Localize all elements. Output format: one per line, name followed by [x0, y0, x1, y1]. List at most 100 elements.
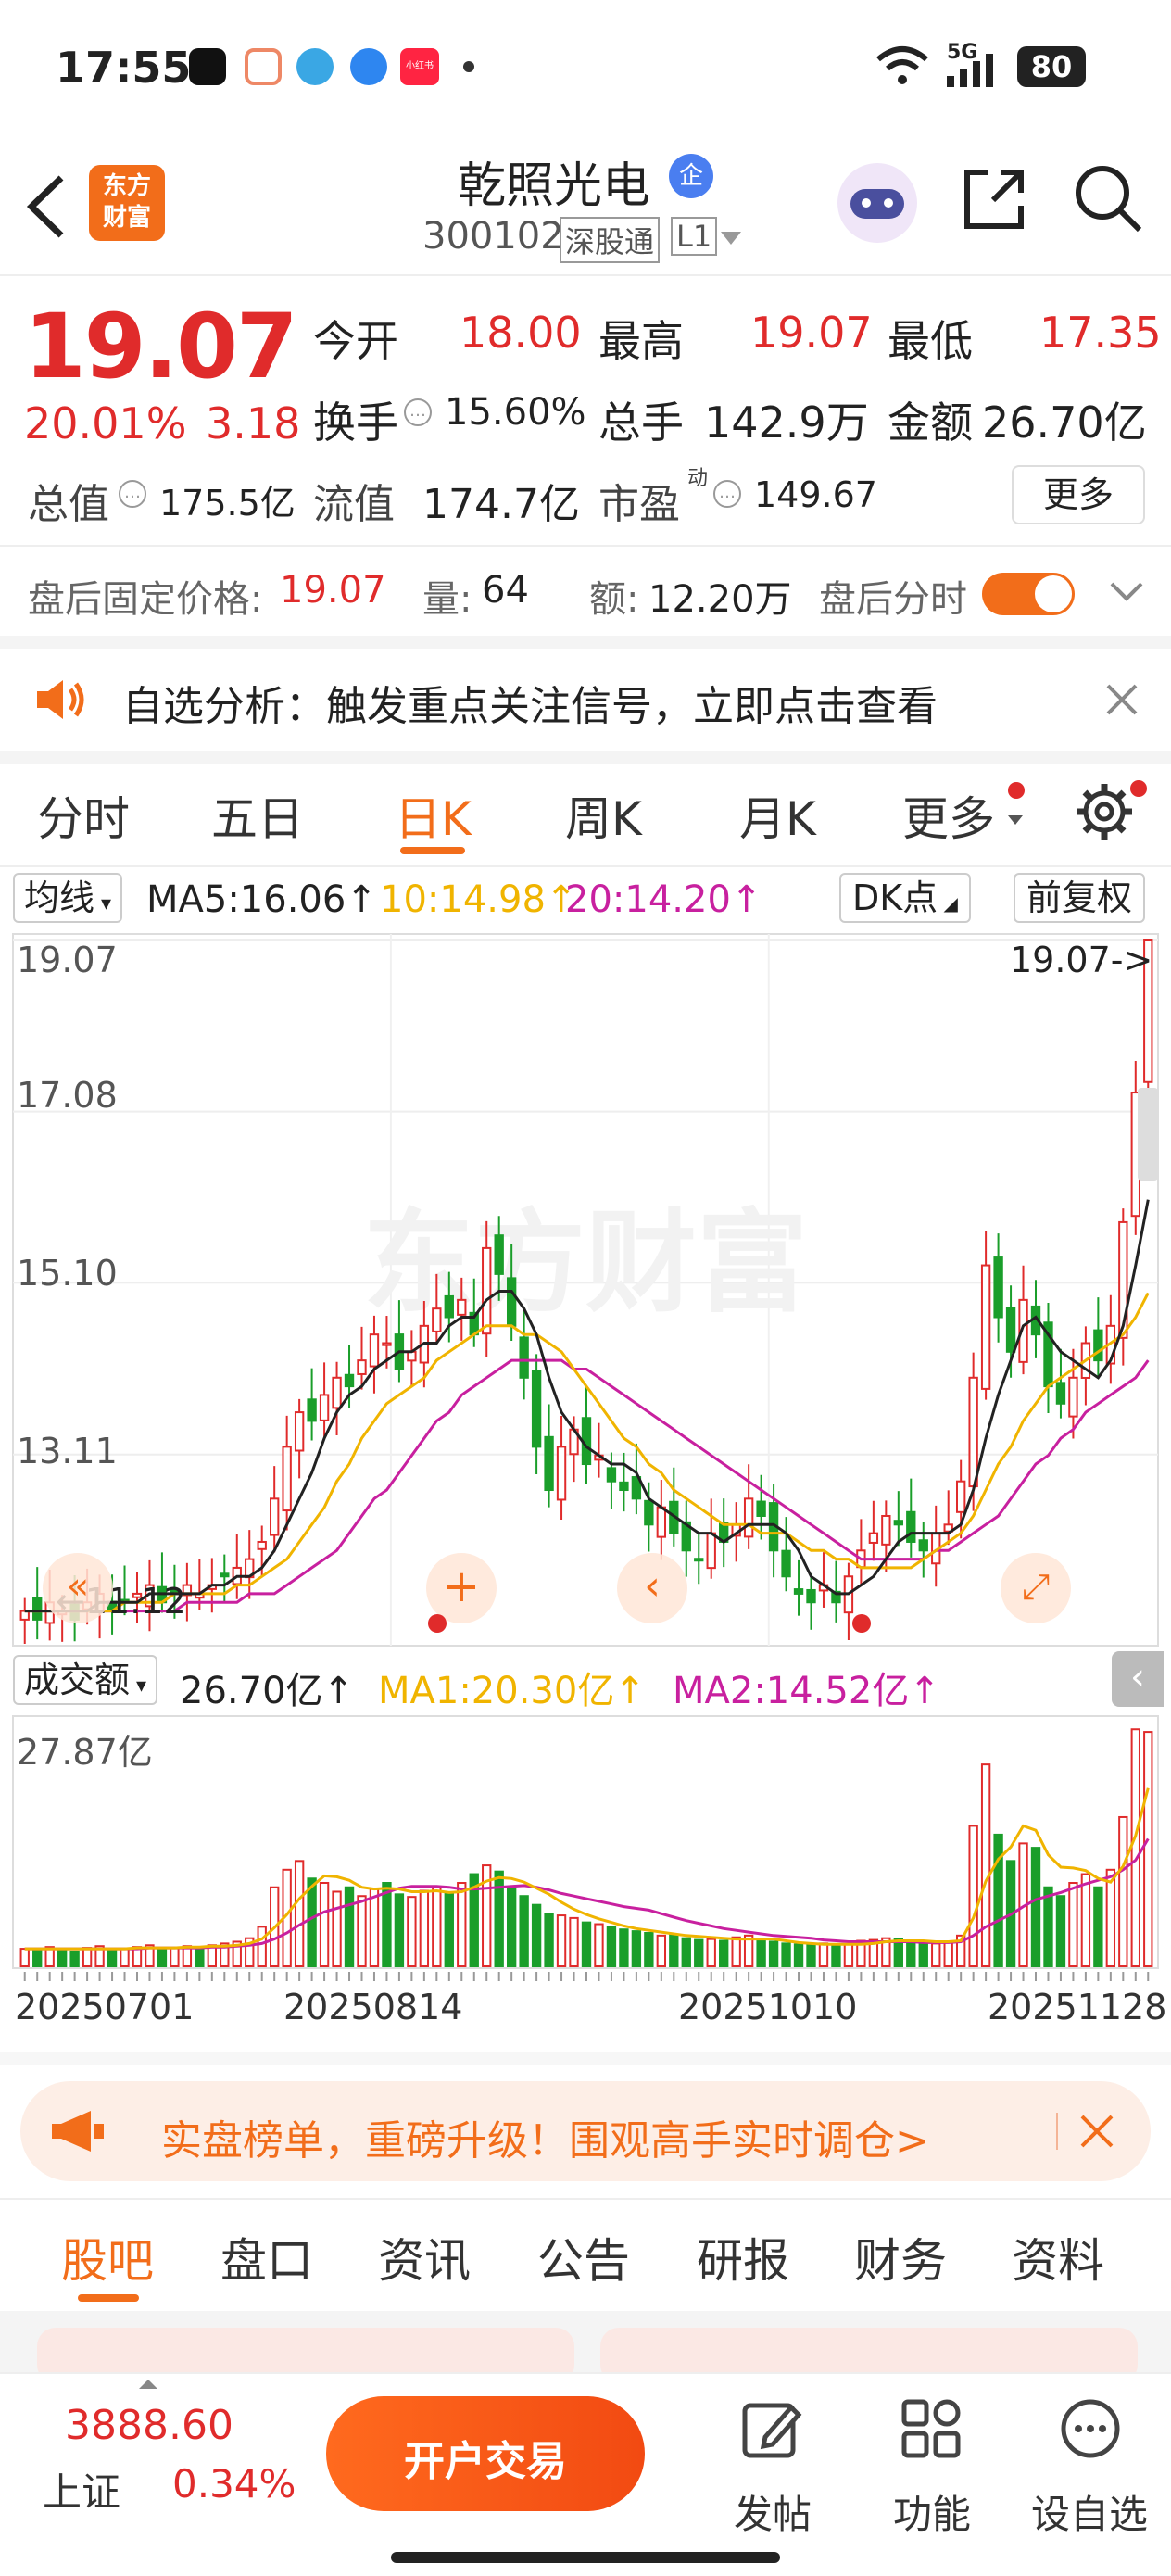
volume-bar [980, 1763, 991, 1968]
volume-bar [556, 1914, 567, 1967]
close-icon[interactable] [1104, 682, 1140, 717]
volume-bar [793, 1943, 804, 1967]
promo-banner[interactable]: 实盘榜单，重磅升级！围观高手实时调仓> [20, 2081, 1151, 2181]
tab-news[interactable]: 资讯 [378, 2224, 471, 2291]
volume-bar [694, 1938, 704, 1968]
info-icon[interactable]: … [119, 480, 146, 508]
turnover-label: 换手 [313, 398, 398, 448]
volume-bar [1055, 1895, 1066, 1967]
volume-bar [1080, 1873, 1091, 1967]
dk-button-label: DK点 [852, 878, 938, 918]
candle-body [644, 1499, 654, 1526]
after-amt-label: 额: [589, 578, 639, 621]
dot-icon [463, 61, 474, 72]
volume-bar [806, 1944, 816, 1968]
volume-bar [32, 1949, 43, 1967]
red-marker-dot [428, 1614, 447, 1633]
pan-left-fast-button[interactable]: « [43, 1553, 113, 1623]
watchlist-label[interactable]: 设自选 [1028, 2483, 1151, 2540]
candle-body [1093, 1329, 1103, 1362]
search-icon[interactable] [1071, 161, 1145, 235]
candle-body [257, 1540, 267, 1550]
tab-finance[interactable]: 财务 [854, 2224, 947, 2291]
notice-text: 自选分析：触发重点关注信号，立即点击查看 [122, 683, 938, 730]
status-bar: 17:55 小红书 5G 80 [0, 0, 1171, 139]
low-label: 最低 [888, 316, 973, 366]
volume-bar [107, 1949, 118, 1967]
expand-icon[interactable]: ⤢ [1001, 1553, 1071, 1623]
candle-body [332, 1376, 342, 1409]
date-ticks [23, 1972, 1150, 1981]
volume-bar [457, 1882, 467, 1967]
tab-weekly-k[interactable]: 周K [565, 782, 642, 849]
index-value[interactable]: 3888.60 [65, 2402, 233, 2449]
volume-bar [931, 1942, 941, 1968]
open-account-trade-button[interactable]: 开户交易 [326, 2396, 645, 2511]
candle-body [506, 1277, 517, 1327]
add-indicator-button[interactable]: + [426, 1553, 497, 1623]
dk-button[interactable]: DK点 ◢ [839, 873, 971, 923]
kline-chart[interactable]: 东方财富 19.07 17.08 15.10 13.11 19.07-> ←11… [0, 930, 1171, 1649]
adjust-button[interactable]: 前复权 [1014, 873, 1146, 923]
post-edit-icon[interactable] [739, 2396, 804, 2461]
gear-icon[interactable] [1075, 782, 1134, 841]
candle-body [369, 1333, 380, 1368]
chevron-down-icon[interactable] [1108, 580, 1145, 604]
volume-value: 142.9万 [704, 398, 869, 448]
after-vol-value: 64 [482, 569, 529, 612]
tab-intraday[interactable]: 分时 [37, 782, 130, 849]
candle-body [743, 1497, 754, 1538]
speaker-icon [37, 680, 84, 719]
more-button[interactable]: 更多 [1012, 465, 1145, 524]
candle-body [619, 1481, 629, 1492]
volume-bar [581, 1921, 592, 1967]
tab-guba[interactable]: 股吧 [61, 2224, 154, 2291]
scroll-handle[interactable] [1138, 1088, 1158, 1181]
back-icon[interactable] [26, 174, 67, 239]
index-name: 上证 [43, 2469, 121, 2515]
signal-notice[interactable]: 自选分析：触发重点关注信号，立即点击查看 [0, 649, 1171, 751]
low-value: 17.35 [1039, 308, 1162, 358]
dropdown-caret-icon[interactable] [719, 230, 743, 246]
candle-body [444, 1294, 454, 1319]
after-toggle-label: 盘后分时 [819, 578, 967, 621]
after-hours-toggle[interactable] [982, 573, 1075, 615]
volume-chart[interactable]: 27.87亿 [0, 1714, 1171, 1972]
volume-value: 26.70亿↑ [180, 1670, 355, 1712]
add-watchlist-icon[interactable] [1058, 2396, 1123, 2461]
tab-profile[interactable]: 资料 [1012, 2224, 1104, 2291]
tab-orderbook[interactable]: 盘口 [220, 2224, 313, 2291]
collapse-panel-button[interactable]: ‹ [1112, 1651, 1164, 1707]
tab-five-day[interactable]: 五日 [211, 782, 304, 849]
pan-left-button[interactable]: ‹ [617, 1553, 687, 1623]
quote-panel: 19.07 20.01% 3.18 今开 18.00 最高 19.07 最低 1… [0, 276, 1171, 545]
mktcap-value: 175.5亿 [159, 483, 296, 524]
share-icon[interactable] [960, 165, 1028, 234]
functions-label[interactable]: 功能 [888, 2483, 976, 2540]
volume-select[interactable]: 成交额 ▾ [13, 1655, 158, 1705]
stock-code: 300102 [422, 215, 564, 258]
tab-more[interactable]: 更多 [902, 782, 995, 849]
tab-announcements[interactable]: 公告 [537, 2224, 630, 2291]
y-axis-label-2: 17.08 [17, 1075, 118, 1116]
volume-bar [444, 1892, 454, 1967]
volume-max-label: 27.87亿 [17, 1732, 153, 1773]
ma-select[interactable]: 均线 ▾ [13, 873, 123, 923]
volume-bar [257, 1926, 267, 1967]
tab-monthly-k[interactable]: 月K [739, 782, 816, 849]
info-icon[interactable]: … [713, 480, 741, 508]
amount-label: 金额 [888, 398, 973, 448]
close-icon[interactable] [1078, 2113, 1115, 2150]
mktcap-label: 总值 [28, 481, 109, 528]
change-percent: 20.01% [24, 398, 187, 448]
info-icon[interactable]: … [404, 398, 432, 426]
wifi-icon [876, 46, 928, 84]
post-label[interactable]: 发帖 [728, 2483, 817, 2540]
robot-avatar-icon[interactable] [837, 163, 917, 243]
tab-research[interactable]: 研报 [697, 2224, 789, 2291]
kline-svg: 东方财富 [12, 933, 1159, 1647]
tab-daily-k[interactable]: 日K [395, 782, 472, 849]
volume-bar [170, 1947, 180, 1967]
volume-bar [993, 1833, 1003, 1967]
functions-grid-icon[interactable] [899, 2396, 963, 2461]
